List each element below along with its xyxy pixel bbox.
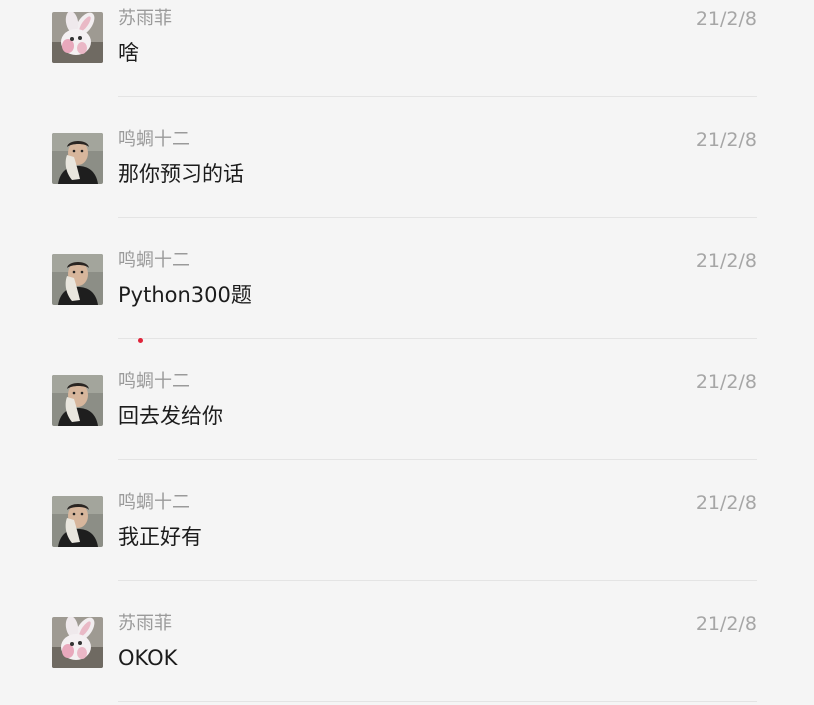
message-time: 21/2/8 [695,129,757,151]
chat-message-list: 苏雨菲 21/2/8 啥 鸣蜩十二 21/2/8 那你预习的话 鸣蜩十二 21/… [0,0,814,705]
sender-name: 鸣蜩十二 [118,129,190,150]
message-item[interactable]: 鸣蜩十二 21/2/8 我正好有 [0,484,814,605]
sender-name: 苏雨菲 [118,8,172,29]
bunny-avatar-image [52,617,103,668]
person-avatar-image [52,496,103,547]
message-time: 21/2/8 [695,250,757,272]
red-dot-indicator [138,338,143,343]
message-item[interactable]: 鸣蜩十二 21/2/8 回去发给你 [0,363,814,484]
message-time: 21/2/8 [695,371,757,393]
sender-name: 苏雨菲 [118,613,172,634]
message-text: 那你预习的话 [118,162,244,186]
person-avatar-icon[interactable] [52,133,103,184]
divider [118,459,757,460]
message-text: 我正好有 [118,525,202,549]
sender-name: 鸣蜩十二 [118,250,190,271]
message-item[interactable]: 鸣蜩十二 21/2/8 Python300题 [0,242,814,363]
sender-name: 鸣蜩十二 [118,371,190,392]
message-text: 回去发给你 [118,404,223,428]
message-item[interactable]: 苏雨菲 21/2/8 OKOK [0,605,814,705]
message-text: 啥 [118,41,139,65]
person-avatar-icon[interactable] [52,375,103,426]
person-avatar-image [52,375,103,426]
divider [118,338,757,339]
message-item[interactable]: 苏雨菲 21/2/8 啥 [0,0,814,121]
message-time: 21/2/8 [695,613,757,635]
message-text: Python300题 [118,283,252,307]
message-text: OKOK [118,646,178,670]
bunny-avatar-icon[interactable] [52,12,103,63]
divider [118,580,757,581]
divider [118,217,757,218]
person-avatar-icon[interactable] [52,254,103,305]
sender-name: 鸣蜩十二 [118,492,190,513]
bunny-avatar-icon[interactable] [52,617,103,668]
message-time: 21/2/8 [695,492,757,514]
message-item[interactable]: 鸣蜩十二 21/2/8 那你预习的话 [0,121,814,242]
message-time: 21/2/8 [695,8,757,30]
bunny-avatar-image [52,12,103,63]
divider [118,96,757,97]
divider [118,701,757,702]
person-avatar-image [52,254,103,305]
person-avatar-icon[interactable] [52,496,103,547]
person-avatar-image [52,133,103,184]
